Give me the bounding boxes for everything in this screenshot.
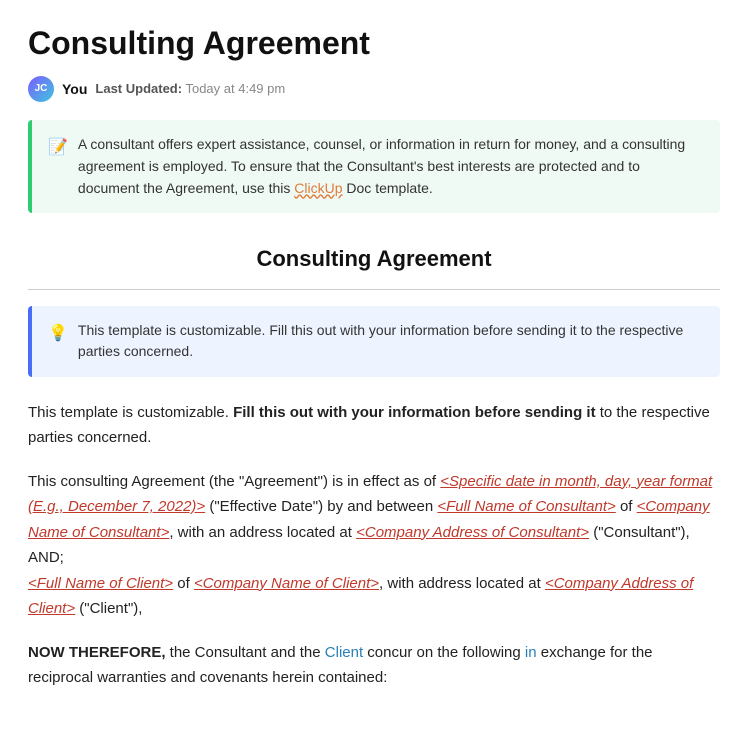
last-updated: Last Updated: Today at 4:49 pm — [95, 79, 285, 100]
doc-section-title: Consulting Agreement — [28, 241, 720, 289]
lightbulb-icon: 💡 — [48, 321, 68, 347]
client-word: Client — [325, 644, 363, 661]
body-paragraph: This template is customizable. Fill this… — [28, 401, 720, 451]
now-therefore-paragraph: NOW THEREFORE, the Consultant and the Cl… — [28, 640, 720, 691]
fillable-client-name[interactable]: <Full Name of Client> — [28, 575, 173, 592]
now-therefore-label: NOW THEREFORE, — [28, 644, 166, 661]
callout-icon: 📝 — [48, 135, 68, 161]
intro-callout: 📝 A consultant offers expert assistance,… — [28, 120, 720, 213]
in-word: in — [525, 644, 537, 661]
customizable-callout-text: This template is customizable. Fill this… — [78, 320, 704, 363]
customizable-callout: 💡 This template is customizable. Fill th… — [28, 306, 720, 377]
page-title: Consulting Agreement — [28, 24, 720, 62]
avatar: JC — [28, 76, 54, 102]
intro-callout-text: A consultant offers expert assistance, c… — [78, 134, 704, 199]
meta-row: JC You Last Updated: Today at 4:49 pm — [28, 76, 720, 102]
agreement-paragraph: This consulting Agreement (the "Agreemen… — [28, 469, 720, 622]
fillable-consultant-name[interactable]: <Full Name of Consultant> — [437, 498, 615, 515]
fill-highlight: Fill this out with your information befo… — [233, 404, 596, 421]
doc-title-section: Consulting Agreement — [28, 241, 720, 289]
fillable-consultant-address[interactable]: <Company Address of Consultant> — [356, 524, 589, 541]
author-name: You — [62, 78, 87, 100]
fillable-client-company[interactable]: <Company Name of Client> — [194, 575, 379, 592]
clickup-link[interactable]: ClickUp — [294, 180, 342, 196]
